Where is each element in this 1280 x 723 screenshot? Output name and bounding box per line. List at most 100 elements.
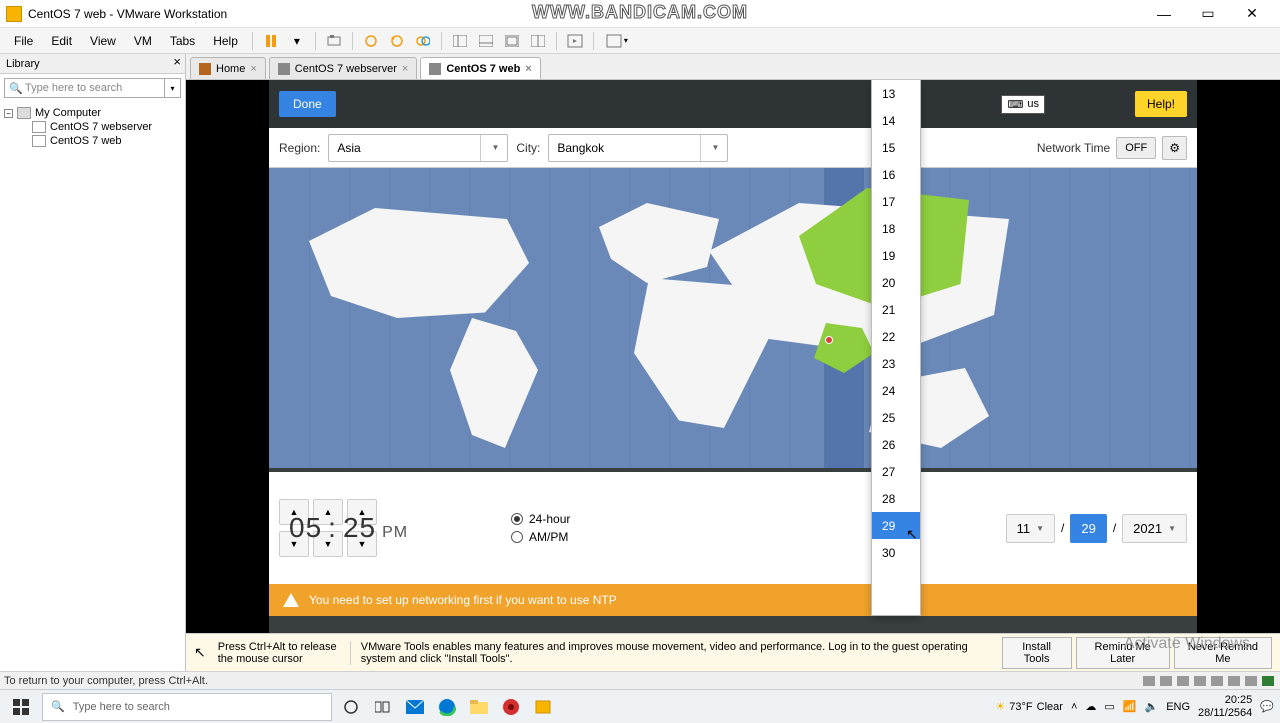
taskbar-search-input[interactable]: 🔍 Type here to search: [42, 693, 332, 721]
day-dropdown-list[interactable]: 131415161718192021222324252627282930: [871, 80, 921, 616]
day-option[interactable]: 26: [872, 431, 920, 458]
tab-close-icon[interactable]: ×: [250, 63, 256, 75]
tray-volume-icon[interactable]: 🔈: [1145, 700, 1159, 713]
record-icon[interactable]: [498, 694, 524, 720]
city-dropdown[interactable]: Bangkok ▼: [548, 134, 728, 162]
layout3-icon[interactable]: [500, 30, 524, 52]
day-option[interactable]: 28: [872, 485, 920, 512]
library-search-dd[interactable]: ▾: [165, 78, 181, 98]
mail-icon[interactable]: [402, 694, 428, 720]
day-option[interactable]: 17: [872, 188, 920, 215]
edge-icon[interactable]: [434, 694, 460, 720]
day-option[interactable]: 22: [872, 323, 920, 350]
day-option[interactable]: 20: [872, 269, 920, 296]
region-dropdown[interactable]: Asia ▼: [328, 134, 508, 162]
menu-help[interactable]: Help: [205, 31, 246, 51]
day-option[interactable]: 24: [872, 377, 920, 404]
time-display: 05:25 PM: [289, 512, 408, 544]
remind-later-button[interactable]: Remind Me Later: [1076, 637, 1170, 669]
menubar: File Edit View VM Tabs Help ▾ ▾: [0, 28, 1280, 54]
timezone-map[interactable]: [269, 168, 1197, 468]
pause-icon[interactable]: [259, 30, 283, 52]
menu-edit[interactable]: Edit: [43, 31, 80, 51]
format-24h[interactable]: 24-hour: [511, 512, 570, 526]
chevron-down-icon: ▼: [1168, 524, 1176, 533]
day-option[interactable]: 29: [872, 512, 920, 539]
tab-home[interactable]: Home ×: [190, 57, 266, 79]
taskview-icon[interactable]: [370, 694, 396, 720]
day-option[interactable]: 23: [872, 350, 920, 377]
day-dropdown[interactable]: 29: [1070, 514, 1106, 543]
day-option[interactable]: 27: [872, 458, 920, 485]
tab-vm2[interactable]: CentOS 7 web ×: [420, 57, 540, 79]
layout4-icon[interactable]: [526, 30, 550, 52]
tray-wifi-icon[interactable]: 📶: [1123, 700, 1137, 713]
tools-message: VMware Tools enables many features and i…: [350, 641, 990, 665]
tray-chevron-icon[interactable]: ˄: [1071, 701, 1077, 713]
vm-console[interactable]: Done ⌨ us Help! Region: Asia ▼ City:: [269, 80, 1197, 633]
day-option[interactable]: 19: [872, 242, 920, 269]
start-button[interactable]: [6, 692, 36, 722]
toolbar-dropdown-icon[interactable]: ▾: [285, 30, 309, 52]
tab-close-icon[interactable]: ×: [525, 63, 531, 75]
day-option[interactable]: 13: [872, 80, 920, 107]
day-option[interactable]: 30: [872, 539, 920, 566]
fullscreen-icon[interactable]: [563, 30, 587, 52]
keyboard-indicator[interactable]: ⌨ us: [1001, 95, 1045, 114]
library-title: Library: [6, 58, 40, 70]
day-option[interactable]: 14: [872, 107, 920, 134]
window-minimize[interactable]: —: [1142, 0, 1186, 28]
tray-cloud-icon[interactable]: ☁: [1085, 700, 1096, 713]
nettime-toggle[interactable]: OFF: [1116, 137, 1156, 159]
vm-icon: [32, 135, 46, 147]
format-ampm[interactable]: AM/PM: [511, 530, 570, 544]
explorer-icon[interactable]: [466, 694, 492, 720]
clock-settings-icon[interactable]: [411, 30, 435, 52]
cortana-icon[interactable]: [338, 694, 364, 720]
tab-close-icon[interactable]: ×: [402, 63, 408, 75]
install-tools-button[interactable]: Install Tools: [1002, 637, 1072, 669]
taskbar-clock[interactable]: 20:25 28/11/2564: [1198, 694, 1252, 718]
never-remind-button[interactable]: Never Remind Me: [1174, 637, 1272, 669]
collapse-icon[interactable]: −: [4, 109, 13, 118]
warning-icon: [283, 593, 299, 607]
tree-item[interactable]: CentOS 7 web: [4, 134, 181, 148]
window-close[interactable]: ✕: [1230, 0, 1274, 28]
day-option[interactable]: 21: [872, 296, 920, 323]
tray-lang[interactable]: ENG: [1166, 701, 1190, 713]
weather-widget[interactable]: ☀ 73°F Clear: [995, 700, 1063, 713]
year-dropdown[interactable]: 2021 ▼: [1122, 514, 1187, 543]
menu-file[interactable]: File: [6, 31, 41, 51]
layout1-icon[interactable]: [448, 30, 472, 52]
day-option[interactable]: 15: [872, 134, 920, 161]
library-close-icon[interactable]: ×: [173, 54, 181, 69]
vmware-taskbar-icon[interactable]: [530, 694, 556, 720]
day-option[interactable]: 16: [872, 161, 920, 188]
tab-vm1[interactable]: CentOS 7 webserver ×: [269, 57, 418, 79]
search-icon: 🔍: [9, 82, 21, 95]
sun-icon: ☀: [995, 700, 1005, 713]
stretch-icon[interactable]: ▾: [600, 30, 634, 52]
layout2-icon[interactable]: [474, 30, 498, 52]
library-search-input[interactable]: 🔍 Type here to search: [4, 78, 165, 98]
clock-orange-icon[interactable]: [359, 30, 383, 52]
month-dropdown[interactable]: 11 ▼: [1006, 514, 1055, 543]
status-device-icons[interactable]: [1143, 676, 1274, 686]
tray-battery-icon[interactable]: ▭: [1104, 700, 1114, 713]
menu-vm[interactable]: VM: [126, 31, 160, 51]
snapshot-icon[interactable]: [322, 30, 346, 52]
help-button[interactable]: Help!: [1135, 91, 1187, 117]
clock-back-icon[interactable]: [385, 30, 409, 52]
menu-view[interactable]: View: [82, 31, 124, 51]
notification-icon[interactable]: 💬: [1260, 700, 1274, 713]
menu-tabs[interactable]: Tabs: [162, 31, 203, 51]
window-maximize[interactable]: ▭: [1186, 0, 1230, 28]
tree-root[interactable]: − My Computer: [4, 106, 181, 120]
chevron-down-icon: ▼: [1036, 524, 1044, 533]
tab-strip: Home × CentOS 7 webserver × CentOS 7 web…: [186, 54, 1280, 80]
done-button[interactable]: Done: [279, 91, 336, 117]
tree-item[interactable]: CentOS 7 webserver: [4, 120, 181, 134]
nettime-settings-button[interactable]: ⚙: [1162, 136, 1187, 160]
day-option[interactable]: 25: [872, 404, 920, 431]
day-option[interactable]: 18: [872, 215, 920, 242]
